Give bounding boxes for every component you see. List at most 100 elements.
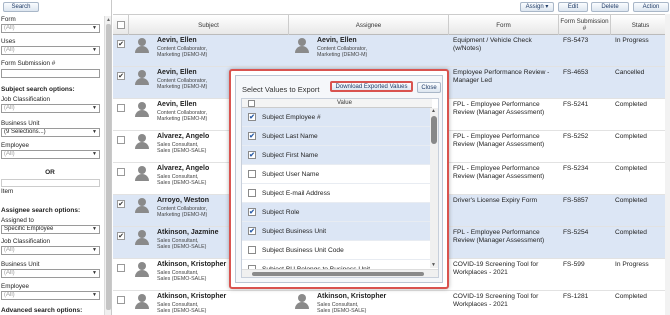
action-button[interactable]: Action [633,2,669,12]
sidebar-scrollbar[interactable]: ▲ [104,16,111,315]
assignee-business-unit-select[interactable]: (All) ▼ [1,269,100,278]
search-sidebar: Search Form (All) ▼ Uses (All) ▼ Form Subm… [0,0,112,315]
toolbar: Assign ▾ Edit Delete Action [113,0,670,13]
export-value-checkbox[interactable]: ✔ [248,227,256,235]
delete-button[interactable]: Delete [591,2,629,12]
scroll-down-icon[interactable]: ▼ [431,262,436,268]
export-value-item[interactable]: ✔ Subject Employee # [242,108,432,127]
assignee-job-classification-label: Job Classification [1,238,50,245]
subject-avatar-icon [135,102,149,117]
form-name[interactable]: FPL - Employee Performance Review (Manag… [453,165,558,181]
subject-name[interactable]: Atkinson, Kristopher [157,261,226,268]
assignee-name[interactable]: Aevin, Ellen [317,37,357,44]
assignee-column-header[interactable]: Assignee [289,15,449,35]
values-hscroll-thumb[interactable] [252,272,424,276]
status-text: Completed [615,293,647,300]
subject-column-header[interactable]: Subject [129,15,289,35]
assignee-business-unit-value: (All) [4,270,15,276]
row-checkbox[interactable] [117,168,125,176]
form-name[interactable]: Driver's License Expiry Form [453,197,558,205]
table-row[interactable]: ✔ Aevin, Ellen Content Collaborator, Market… [113,35,670,67]
subject-name[interactable]: Alvarez, Angelo [157,133,209,140]
assignee-employee-select[interactable]: (All) ▼ [1,291,100,300]
export-value-item[interactable]: Subject User Name [242,165,432,184]
form-name[interactable]: Equipment / Vehicle Check (w/Notes) [453,37,558,53]
row-checkbox[interactable]: ✔ [117,200,125,208]
export-value-item[interactable]: ✔ Subject First Name [242,146,432,165]
export-value-checkbox[interactable]: ✔ [248,113,256,121]
select-all-column [113,15,129,35]
form-submission-number: FS-4653 [563,69,589,76]
status-text: Completed [615,101,647,108]
job-classification-select[interactable]: (All) ▼ [1,104,100,113]
subject-name[interactable]: Atkinson, Jazmine [157,229,218,236]
export-value-item[interactable]: Subject E-mail Address [242,184,432,203]
assignee-name[interactable]: Atkinson, Kristopher [317,293,386,300]
search-button[interactable]: Search [3,2,39,12]
export-value-checkbox[interactable] [248,246,256,254]
form-submission-input[interactable] [1,69,100,78]
form-name[interactable]: COVID-19 Screening Tool for Workplaces -… [453,293,558,309]
row-checkbox[interactable] [117,136,125,144]
row-checkbox[interactable] [117,104,125,112]
business-unit-value: (9 Selections...) [4,129,46,135]
row-checkbox[interactable] [117,264,125,272]
search-options-panel: Form (All) ▼ Uses (All) ▼ Form Submission … [0,16,104,315]
row-checkbox[interactable]: ✔ [117,232,125,240]
status-column-header[interactable]: Status [611,15,670,35]
close-button[interactable]: Close [417,82,441,93]
export-value-checkbox[interactable]: ✔ [248,132,256,140]
assignee-job-classification-value: (All) [4,247,15,253]
export-value-checkbox[interactable] [248,189,256,197]
subject-name[interactable]: Atkinson, Kristopher [157,293,226,300]
form-name[interactable]: FPL - Employee Performance Review (Manag… [453,229,558,245]
edit-button[interactable]: Edit [558,2,588,12]
subject-unit: Marketing (DEMO-M) [157,84,208,90]
row-checkbox[interactable]: ✔ [117,72,125,80]
select-all-checkbox[interactable] [116,21,125,29]
subject-name[interactable]: Arroyo, Weston [157,197,209,204]
grid-scrollbar[interactable] [665,14,670,315]
employee-select[interactable]: (All) ▼ [1,150,100,159]
subject-name[interactable]: Aevin, Ellen [157,101,197,108]
form-name[interactable]: FPL - Employee Performance Review (Manag… [453,133,558,149]
export-value-label: Subject Business Unit [262,228,327,235]
form-name[interactable]: Employee Performance Review - Manager Le… [453,69,558,85]
form-submission-column-header[interactable]: Form Submission # [559,15,611,35]
subject-unit: Sales (DEMO-SALE) [157,244,207,250]
form-column-header[interactable]: Form [449,15,559,35]
uses-select[interactable]: (All) ▼ [1,46,100,55]
values-scrollbar[interactable]: ▲ ▼ [430,108,438,268]
export-value-label: Subject First Name [262,152,319,159]
subject-name[interactable]: Aevin, Ellen [157,37,197,44]
subject-name[interactable]: Alvarez, Angelo [157,165,209,172]
row-checkbox[interactable]: ✔ [117,40,125,48]
export-value-checkbox[interactable]: ✔ [248,208,256,216]
scroll-up-icon[interactable]: ▲ [431,108,436,114]
table-row[interactable]: Atkinson, Kristopher Sales Consultant, Sal… [113,291,670,315]
sidebar-scroll-thumb[interactable] [106,24,111,310]
subject-name[interactable]: Aevin, Ellen [157,69,197,76]
subject-avatar-icon [135,134,149,149]
form-name[interactable]: COVID-19 Screening Tool for Workplaces -… [453,261,558,277]
export-value-item[interactable]: ✔ Subject Last Name [242,127,432,146]
export-value-checkbox[interactable] [248,170,256,178]
item-input[interactable] [1,179,100,187]
export-value-item[interactable]: ✔ Subject Business Unit [242,222,432,241]
download-exported-values-button[interactable]: Download Exported Values [330,81,413,92]
subject-avatar-icon [135,198,149,213]
row-checkbox[interactable] [117,296,125,304]
assignee-job-classification-select[interactable]: (All) ▼ [1,246,100,255]
values-scroll-thumb[interactable] [431,116,437,144]
export-value-item[interactable]: Subject Business Unit Code [242,241,432,260]
assigned-to-select[interactable]: Specific Employee ▼ [1,225,100,234]
export-value-checkbox[interactable]: ✔ [248,151,256,159]
export-value-item[interactable]: ✔ Subject Role [242,203,432,222]
business-unit-select[interactable]: (9 Selections...) ▼ [1,128,100,137]
select-all-values-checkbox[interactable] [248,100,255,107]
assign-button[interactable]: Assign ▾ [520,2,554,12]
form-select[interactable]: (All) ▼ [1,24,100,33]
values-horizontal-scrollbar[interactable] [242,269,438,277]
scroll-up-icon[interactable]: ▲ [106,17,111,23]
form-name[interactable]: FPL - Employee Performance Review (Manag… [453,101,558,117]
